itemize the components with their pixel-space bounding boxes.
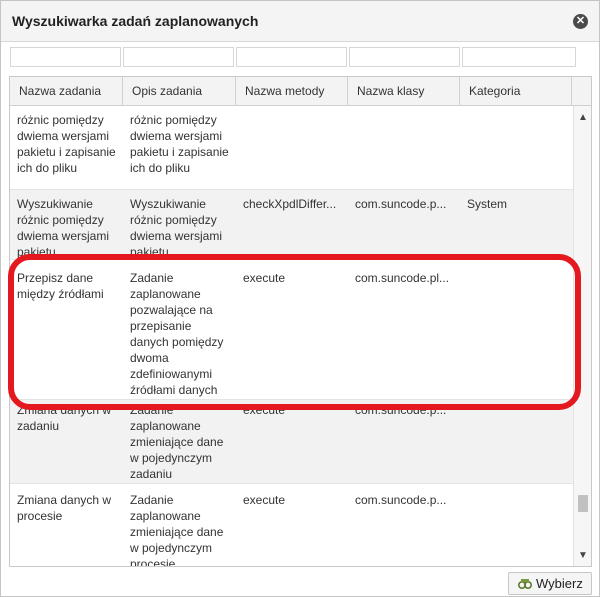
grid-header: Nazwa zadania Opis zadania Nazwa metody … — [10, 77, 591, 106]
cell-task-name: Zmiana danych w zadaniu — [17, 403, 112, 433]
select-button-label: Wybierz — [536, 576, 583, 591]
cell-method-name: execute — [243, 493, 286, 507]
filter-task-description[interactable] — [123, 47, 234, 67]
tasks-grid: Nazwa zadania Opis zadania Nazwa metody … — [9, 76, 592, 567]
select-button[interactable]: Wybierz — [508, 572, 592, 595]
grid-scrollbar[interactable]: ▲ ▼ — [573, 106, 591, 566]
cell-task-description: Wyszukiwanie różnic pomiędzy dwiema wers… — [130, 197, 223, 259]
table-row[interactable]: Wyszukiwanie różnic pomiędzy dwiema wers… — [10, 190, 573, 260]
close-icon[interactable]: ✕ — [573, 14, 588, 29]
table-row[interactable]: różnic pomiędzy dwiema wersjami pakietu … — [10, 106, 573, 190]
cell-task-description: Zadanie zaplanowane zmieniające dane w p… — [130, 403, 224, 481]
cell-class-name: com.suncode.p... — [355, 197, 447, 211]
filter-row — [10, 47, 578, 67]
filter-task-name[interactable] — [10, 47, 121, 67]
column-header-method-name[interactable]: Nazwa metody — [236, 77, 348, 105]
column-header-task-description[interactable]: Opis zadania — [123, 77, 236, 105]
scroll-down-icon[interactable]: ▼ — [577, 550, 589, 562]
select-icon — [518, 578, 532, 589]
cell-category: System — [467, 197, 508, 211]
column-header-class-name[interactable]: Nazwa klasy — [348, 77, 460, 105]
cell-category — [460, 488, 572, 492]
cell-class-name — [348, 106, 460, 110]
cell-task-description: Zadanie zaplanowane zmieniające dane w p… — [130, 493, 224, 566]
cell-task-name: Wyszukiwanie różnic pomiędzy dwiema wers… — [17, 197, 110, 259]
scheduled-tasks-dialog: Wyszukiwarka zadań zaplanowanych ✕ Nazwa… — [0, 0, 600, 597]
cell-task-description: Zadanie zaplanowane pozwalające na przep… — [130, 271, 224, 397]
scroll-thumb[interactable] — [578, 495, 588, 512]
cell-method-name — [236, 106, 348, 110]
cell-category — [460, 266, 572, 270]
cell-class-name: com.suncode.p... — [355, 403, 447, 417]
table-row[interactable]: Zmiana danych w procesie Zadanie zaplano… — [10, 484, 573, 566]
cell-method-name: execute — [243, 271, 286, 285]
cell-class-name: com.suncode.p... — [355, 493, 447, 507]
scroll-up-icon[interactable]: ▲ — [577, 112, 589, 124]
cell-category — [460, 106, 572, 110]
cell-method-name: execute — [243, 403, 286, 417]
dialog-title: Wyszukiwarka zadań zaplanowanych — [12, 13, 259, 29]
cell-method-name: checkXpdlDiffer... — [243, 197, 337, 211]
column-header-task-name[interactable]: Nazwa zadania — [10, 77, 123, 105]
filter-class-name[interactable] — [349, 47, 460, 67]
column-header-category[interactable]: Kategoria — [460, 77, 572, 105]
table-row[interactable]: Zmiana danych w zadaniu Zadanie zaplanow… — [10, 400, 573, 484]
dialog-titlebar: Wyszukiwarka zadań zaplanowanych ✕ — [1, 1, 599, 42]
filter-method-name[interactable] — [236, 47, 347, 67]
cell-class-name: com.suncode.pl... — [355, 271, 450, 285]
table-row-selected[interactable]: Przepisz dane między źródłami Zadanie za… — [10, 260, 573, 400]
cell-task-name: Przepisz dane między źródłami — [17, 271, 104, 301]
cell-task-name: różnic pomiędzy dwiema wersjami pakietu … — [17, 113, 116, 175]
cell-category — [460, 400, 572, 402]
grid-body: różnic pomiędzy dwiema wersjami pakietu … — [10, 106, 573, 566]
cell-task-description: różnic pomiędzy dwiema wersjami pakietu … — [130, 113, 229, 175]
cell-task-name: Zmiana danych w procesie — [17, 493, 112, 523]
filter-category[interactable] — [462, 47, 576, 67]
